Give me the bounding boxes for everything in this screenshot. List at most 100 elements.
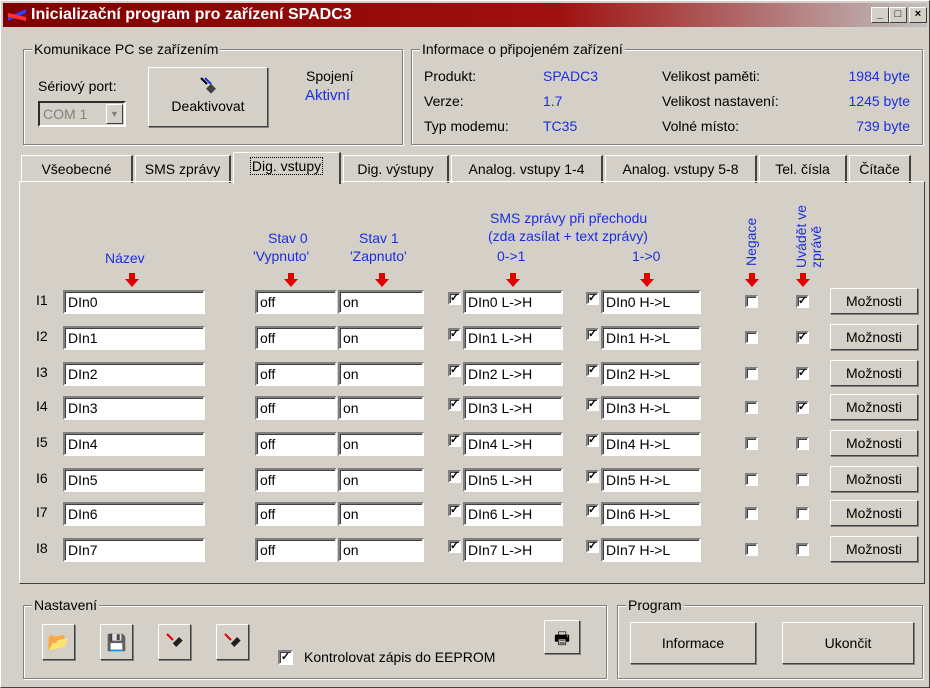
state0-field[interactable]: off [255,290,337,314]
tab-digital-outputs[interactable]: Dig. výstupy [343,155,449,183]
show-in-message-checkbox[interactable] [796,437,809,450]
sms-low-high-field[interactable]: DIn4 L->H [463,432,563,456]
show-in-message-checkbox[interactable] [796,507,809,520]
negation-checkbox[interactable] [745,331,758,344]
sms-high-low-checkbox[interactable]: ✓ [586,364,599,377]
input-name-field[interactable]: DIn1 [63,326,205,350]
options-button[interactable]: Možnosti [830,536,918,562]
title-bar[interactable]: Inicializační program pro zařízení SPADC… [3,3,927,27]
options-button[interactable]: Možnosti [830,360,918,386]
negation-checkbox[interactable] [745,473,758,486]
tab-analog-1-4[interactable]: Analog. vstupy 1-4 [451,155,603,183]
state1-field[interactable]: on [338,362,424,386]
negation-checkbox[interactable] [745,401,758,414]
negation-checkbox[interactable] [745,295,758,308]
sms-low-high-checkbox[interactable]: ✓ [448,540,461,553]
sms-high-low-field[interactable]: DIn1 H->L [601,326,701,350]
sms-high-low-checkbox[interactable]: ✓ [586,328,599,341]
state0-field[interactable]: off [255,396,337,420]
tab-phone-numbers[interactable]: Tel. čísla [759,155,847,183]
negation-checkbox[interactable] [745,437,758,450]
minimize-button[interactable]: _ [871,7,889,23]
print-button[interactable]: 🖶 [544,620,580,654]
show-in-message-checkbox[interactable] [796,543,809,556]
sms-low-high-field[interactable]: DIn1 L->H [463,326,563,350]
sms-low-high-field[interactable]: DIn3 L->H [463,396,563,420]
sms-low-high-field[interactable]: DIn2 L->H [463,362,563,386]
sms-low-high-checkbox[interactable]: ✓ [448,328,461,341]
upload-device-button[interactable] [158,624,191,660]
sms-high-low-field[interactable]: DIn2 H->L [601,362,701,386]
input-name-field[interactable]: DIn4 [63,432,205,456]
tab-general[interactable]: Všeobecné [21,155,133,183]
sms-low-high-checkbox[interactable]: ✓ [448,504,461,517]
sms-high-low-checkbox[interactable]: ✓ [586,292,599,305]
negation-checkbox[interactable] [745,543,758,556]
state0-field[interactable]: off [255,538,337,562]
sms-high-low-checkbox[interactable]: ✓ [586,398,599,411]
tab-digital-inputs[interactable]: Dig. vstupy [233,152,341,184]
state0-field[interactable]: off [255,362,337,386]
state0-field[interactable]: off [255,468,337,492]
tab-counters[interactable]: Čítače [849,155,911,183]
input-name-field[interactable]: DIn2 [63,362,205,386]
sms-low-high-field[interactable]: DIn0 L->H [463,290,563,314]
state1-field[interactable]: on [338,538,424,562]
open-folder-button[interactable]: 📂 [42,624,75,660]
sms-high-low-checkbox[interactable]: ✓ [586,470,599,483]
eeprom-check-checkbox[interactable]: ✓ [278,650,293,665]
negation-checkbox[interactable] [745,507,758,520]
state1-field[interactable]: on [338,326,424,350]
negation-checkbox[interactable] [745,367,758,380]
show-in-message-checkbox[interactable]: ✓ [796,295,809,308]
tab-analog-5-8[interactable]: Analog. vstupy 5-8 [605,155,757,183]
sms-low-high-checkbox[interactable]: ✓ [448,398,461,411]
options-button[interactable]: Možnosti [830,288,918,314]
sms-low-high-field[interactable]: DIn7 L->H [463,538,563,562]
state0-field[interactable]: off [255,432,337,456]
sms-high-low-field[interactable]: DIn0 H->L [601,290,701,314]
sms-high-low-field[interactable]: DIn5 H->L [601,468,701,492]
options-button[interactable]: Možnosti [830,430,918,456]
state1-field[interactable]: on [338,468,424,492]
sms-high-low-field[interactable]: DIn3 H->L [601,396,701,420]
input-name-field[interactable]: DIn6 [63,502,205,526]
state1-field[interactable]: on [338,502,424,526]
state1-field[interactable]: on [338,396,424,420]
tab-sms[interactable]: SMS zprávy [135,155,231,183]
options-button[interactable]: Možnosti [830,466,918,492]
download-device-button[interactable] [216,624,249,660]
save-button[interactable]: 💾 [100,624,133,660]
sms-high-low-checkbox[interactable]: ✓ [586,434,599,447]
sms-low-high-checkbox[interactable]: ✓ [448,292,461,305]
input-name-field[interactable]: DIn3 [63,396,205,420]
state1-field[interactable]: on [338,290,424,314]
input-name-field[interactable]: DIn7 [63,538,205,562]
show-in-message-checkbox[interactable]: ✓ [796,367,809,380]
deactivate-button[interactable]: Deaktivovat [148,67,268,127]
sms-high-low-field[interactable]: DIn4 H->L [601,432,701,456]
maximize-button[interactable]: □ [889,7,907,23]
input-name-field[interactable]: DIn5 [63,468,205,492]
sms-high-low-field[interactable]: DIn6 H->L [601,502,701,526]
sms-low-high-checkbox[interactable]: ✓ [448,470,461,483]
sms-low-high-field[interactable]: DIn6 L->H [463,502,563,526]
sms-high-low-field[interactable]: DIn7 H->L [601,538,701,562]
sms-low-high-field[interactable]: DIn5 L->H [463,468,563,492]
show-in-message-checkbox[interactable]: ✓ [796,401,809,414]
options-button[interactable]: Možnosti [830,500,918,526]
information-button[interactable]: Informace [630,622,756,664]
sms-low-high-checkbox[interactable]: ✓ [448,434,461,447]
serial-port-select[interactable]: COM 1 ▼ [38,101,126,127]
exit-button[interactable]: Ukončit [782,622,914,664]
options-button[interactable]: Možnosti [830,324,918,350]
show-in-message-checkbox[interactable] [796,473,809,486]
sms-low-high-checkbox[interactable]: ✓ [448,364,461,377]
close-button[interactable]: × [909,7,927,23]
state0-field[interactable]: off [255,502,337,526]
input-name-field[interactable]: DIn0 [63,290,205,314]
state0-field[interactable]: off [255,326,337,350]
show-in-message-checkbox[interactable]: ✓ [796,331,809,344]
sms-high-low-checkbox[interactable]: ✓ [586,504,599,517]
options-button[interactable]: Možnosti [830,394,918,420]
